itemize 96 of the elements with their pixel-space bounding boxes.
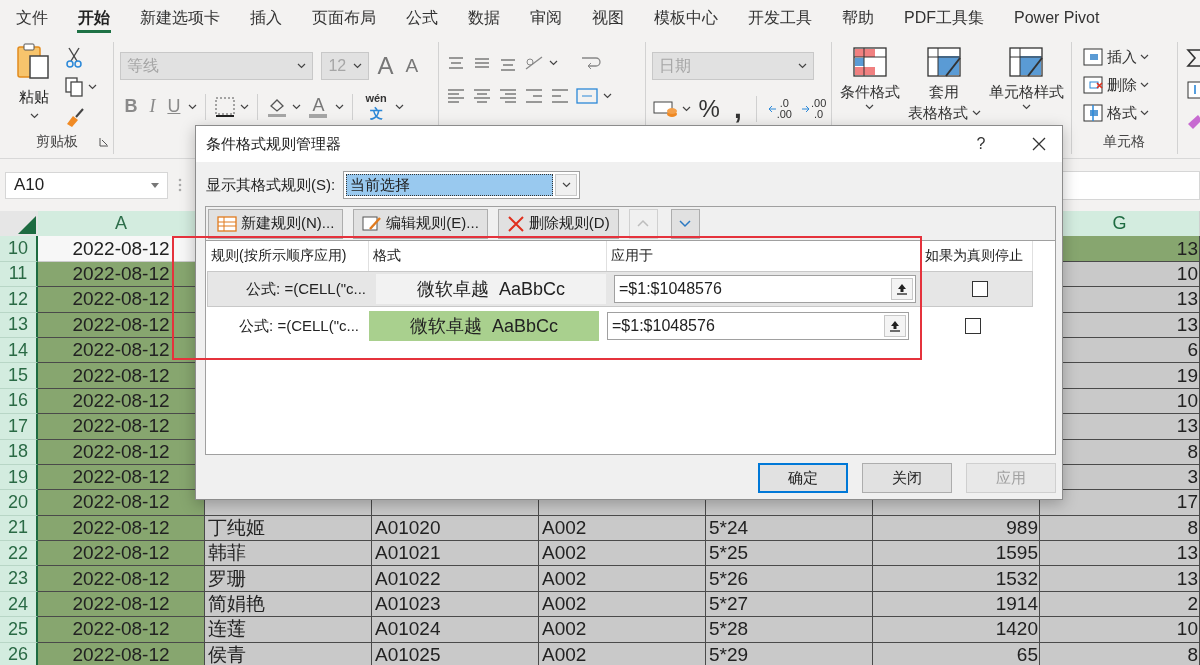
rule-row[interactable]: 公式: =(CELL("c... 微软卓越 AaBbCc =$1:$1048576	[207, 308, 1033, 344]
row-header[interactable]: 16	[0, 388, 38, 415]
group-label: 剪贴板	[35, 133, 78, 151]
dialog-button[interactable]: 关闭	[862, 463, 952, 493]
ribbon-tab[interactable]: 审阅	[515, 0, 577, 36]
name-box[interactable]: A10	[5, 171, 168, 199]
row-header[interactable]: 18	[0, 439, 38, 465]
rule-text: 公式: =(CELL("c...	[238, 316, 360, 336]
ribbon-tab[interactable]: 插入	[235, 0, 297, 36]
row-header[interactable]: 11	[0, 261, 38, 288]
table-cell: 2022-08-12	[38, 541, 205, 567]
table-cell: 1420	[873, 617, 1040, 643]
table-cell: 5*27	[706, 591, 873, 618]
ribbon-tab[interactable]: 数据	[453, 0, 515, 36]
row-header[interactable]: 21	[0, 515, 38, 542]
format-preview: 微软卓越 AaBbCc	[376, 274, 606, 304]
row-header[interactable]: 26	[0, 642, 38, 665]
table-cell: A01023	[372, 591, 539, 618]
ribbon-tab[interactable]: PDF工具集	[889, 0, 999, 36]
table-cell: A002	[539, 642, 706, 665]
dialog-button[interactable]: 确定	[758, 463, 848, 493]
row-header[interactable]: 13	[0, 312, 38, 338]
table-cell: 2022-08-12	[38, 642, 205, 665]
dialog-title: 条件格式规则管理器	[206, 134, 342, 154]
row-header[interactable]: 15	[0, 363, 38, 389]
table-cell: 13	[1040, 566, 1200, 592]
range-field[interactable]: =$1:$1048576	[607, 312, 909, 340]
ribbon-tab[interactable]: Power Pivot	[999, 0, 1115, 36]
table-cell: 罗珊	[205, 566, 372, 592]
table-cell: A002	[539, 617, 706, 643]
table-cell: 2	[1040, 591, 1200, 618]
table-cell: 连莲	[205, 617, 372, 643]
table-cell: A01025	[372, 642, 539, 665]
row-header[interactable]: 23	[0, 566, 38, 592]
edit-rule-button[interactable]: 编辑规则(E)...	[353, 208, 488, 239]
table-cell: 2022-08-12	[38, 566, 205, 592]
table-cell: 2022-08-12	[38, 490, 205, 516]
table-cell: 5*28	[706, 617, 873, 643]
table-cell: 2022-08-12	[38, 617, 205, 643]
ribbon-tab[interactable]: 开发工具	[733, 0, 827, 36]
table-cell: 10	[1040, 617, 1200, 643]
format-preview: 微软卓越 AaBbCc	[369, 311, 599, 341]
cells-button[interactable]: 插入	[1077, 44, 1171, 70]
field-label: 显示其格式规则(S):	[206, 175, 336, 195]
row-header[interactable]: 20	[0, 490, 38, 516]
rule-text: 公式: =(CELL("c...	[245, 279, 367, 299]
table-cell: A002	[539, 515, 706, 542]
new-rule-button[interactable]: 新建规则(N)...	[208, 208, 344, 239]
ribbon-tab[interactable]: 公式	[391, 0, 453, 36]
table-cell: 简娟艳	[205, 591, 372, 618]
table-cell: 1532	[873, 566, 1040, 592]
scope-select[interactable]: 当前选择	[343, 171, 581, 199]
row-header[interactable]: 17	[0, 414, 38, 440]
table-cell: A01021	[372, 541, 539, 567]
table-cell: 1914	[873, 591, 1040, 618]
table-cell: 13	[1040, 541, 1200, 567]
table-cell: 丁纯姬	[205, 515, 372, 542]
table-cell: 8	[1040, 515, 1200, 542]
table-cell: 5*29	[706, 642, 873, 665]
help-button[interactable]: ?	[958, 126, 1004, 162]
cells-button[interactable]: 格式	[1077, 100, 1171, 126]
ribbon-tab[interactable]: 文件	[1, 0, 63, 36]
ribbon-tab[interactable]: 新建选项卡	[125, 0, 235, 36]
row-header[interactable]: 25	[0, 617, 38, 643]
table-cell: A01024	[372, 617, 539, 643]
table-cell: 5*25	[706, 541, 873, 567]
table-cell: 5*24	[706, 515, 873, 542]
table-cell: 1595	[873, 541, 1040, 567]
row-header[interactable]: 19	[0, 464, 38, 491]
table-cell: 989	[873, 515, 1040, 542]
row-header[interactable]: 14	[0, 337, 38, 364]
delete-rule-button[interactable]: 删除规则(D)	[497, 208, 619, 239]
table-cell: A01022	[372, 566, 539, 592]
row-header[interactable]: 12	[0, 287, 38, 313]
ribbon-tab[interactable]: 视图	[577, 0, 639, 36]
range-field[interactable]: =$1:$1048576	[614, 275, 916, 303]
paste-button[interactable]: 粘贴	[10, 42, 58, 130]
ribbon-tab[interactable]: 帮助	[827, 0, 889, 36]
ribbon-tab[interactable]: 页面布局	[297, 0, 391, 36]
table-cell: A01020	[372, 515, 539, 542]
table-cell: 17	[1040, 490, 1200, 516]
group-label: 单元格	[1103, 133, 1146, 151]
rule-row[interactable]: 公式: =(CELL("c... 微软卓越 AaBbCc =$1:$1048576	[207, 271, 1033, 307]
row-header[interactable]: 24	[0, 591, 38, 618]
table-cell: 2022-08-12	[38, 591, 205, 618]
ribbon-tab[interactable]: 模板中心	[639, 0, 733, 36]
table-cell: 5*26	[706, 566, 873, 592]
table-cell: 韩菲	[205, 541, 372, 567]
row-header[interactable]: 22	[0, 541, 38, 567]
table-cell: A002	[539, 566, 706, 592]
table-cell: A002	[539, 591, 706, 618]
row-header[interactable]: 10	[0, 236, 38, 262]
table-cell: A002	[539, 541, 706, 567]
cells-button[interactable]: 删除	[1077, 72, 1171, 98]
table-cell: 侯青	[205, 642, 372, 665]
table-cell: 2022-08-12	[38, 515, 205, 542]
